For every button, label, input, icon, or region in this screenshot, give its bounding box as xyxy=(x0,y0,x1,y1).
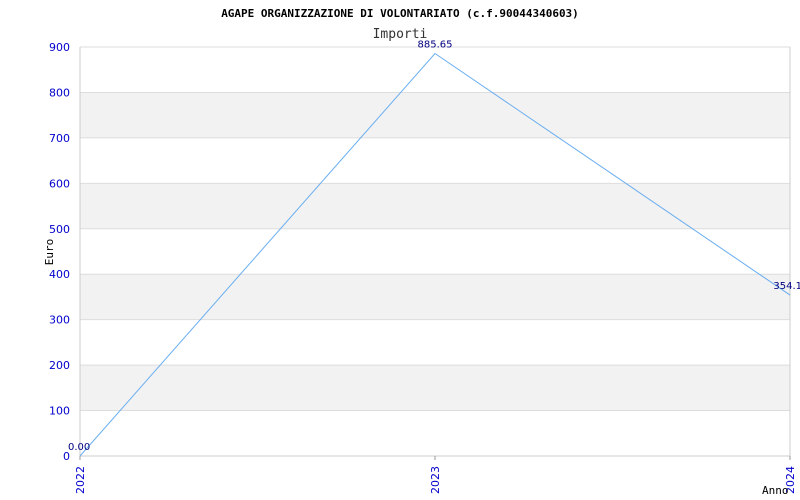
data-label: 0.00 xyxy=(68,442,90,453)
y-tick-label: 700 xyxy=(49,132,70,145)
data-label: 354.1 xyxy=(773,281,800,292)
chart-title: AGAPE ORGANIZZAZIONE DI VOLONTARIATO (c.… xyxy=(221,7,579,20)
chart-subtitle: Importi xyxy=(373,27,428,42)
x-tick-label: 2023 xyxy=(429,466,442,494)
line-chart: 0100200300400500600700800900 2022 2023 202… xyxy=(43,7,800,497)
grid-band xyxy=(80,92,790,138)
background-bands xyxy=(80,92,790,411)
y-tick-label: 900 xyxy=(49,41,70,54)
y-axis-label: Euro xyxy=(43,239,56,266)
x-tick-labels: 2022 2023 2024 xyxy=(74,466,797,494)
y-tick-label: 800 xyxy=(49,86,70,99)
grid-band xyxy=(80,274,790,320)
grid-band xyxy=(80,365,790,411)
x-tick-label: 2022 xyxy=(74,466,87,494)
y-tick-label: 300 xyxy=(49,314,70,327)
y-tick-label: 100 xyxy=(49,405,70,418)
y-tick-label: 200 xyxy=(49,359,70,372)
grid-band xyxy=(80,183,790,229)
x-axis-label: Anno xyxy=(762,484,789,497)
y-tick-label: 500 xyxy=(49,223,70,236)
y-tick-label: 600 xyxy=(49,177,70,190)
y-tick-label: 400 xyxy=(49,268,70,281)
